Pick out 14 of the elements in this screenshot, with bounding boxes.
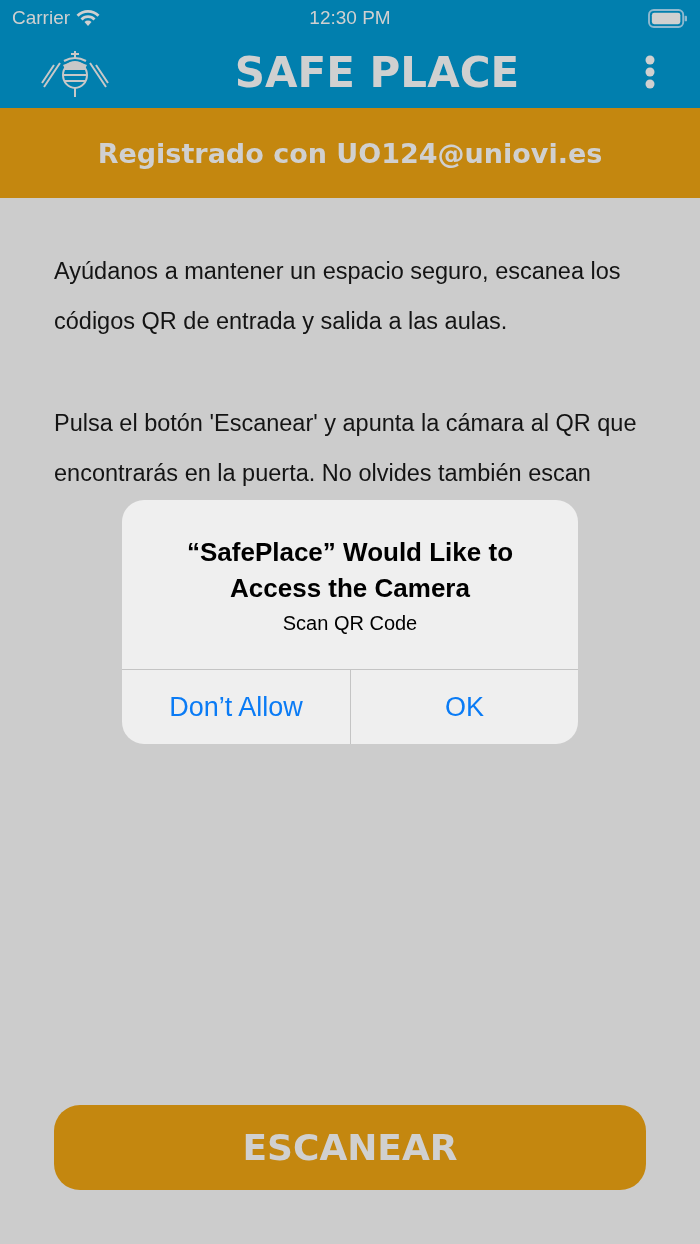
- more-options-icon[interactable]: [644, 55, 656, 89]
- alert-message: Scan QR Code: [281, 612, 419, 635]
- battery-icon: [648, 8, 688, 28]
- wifi-icon: [76, 9, 101, 27]
- alert-title: “SafePlace” Would Like to Access the Camera: [185, 536, 514, 605]
- banner-text: Registrado con UO124@uniovi.es: [97, 137, 603, 169]
- alert-button[interactable]: OK: [350, 670, 578, 744]
- instruction-paragraph: Ayúdanos a mantener un espacio seguro, escanea los códigos QR de entrada y salida a las aulas.: [54, 257, 622, 336]
- instruction-paragraph: Pulsa el botón 'Escanear' y apunta la cámara al QR que encontrarás en la puerta. No olvides también escan: [54, 409, 638, 488]
- scan-button[interactable]: ESCANEAR: [54, 1105, 646, 1190]
- alert-button[interactable]: Don’t Allow: [122, 670, 350, 744]
- carrier-name: Carrier: [12, 7, 71, 29]
- status-time: 12:30 PM: [309, 7, 391, 29]
- app-title: SAFE PLACE: [234, 47, 520, 97]
